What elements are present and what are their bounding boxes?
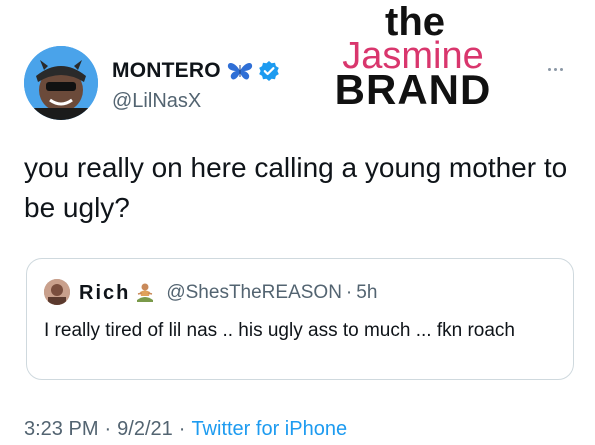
quoted-handle[interactable]: @ShesTheREASON bbox=[166, 282, 342, 304]
brand-line-brand: BRAND bbox=[334, 66, 492, 113]
tweet-text: you really on here calling a young mothe… bbox=[24, 152, 568, 223]
verified-icon bbox=[258, 61, 279, 81]
tweet-meta: 3:23 PM · 9/2/21 · Twitter for iPhone bbox=[24, 416, 347, 442]
author-avatar[interactable] bbox=[24, 46, 98, 120]
author-handle[interactable]: @LilNasX bbox=[112, 90, 201, 113]
author-name-row[interactable]: MONTERO bbox=[112, 58, 279, 84]
quoted-author-avatar[interactable] bbox=[44, 279, 70, 305]
tweet-card: MONTERO @LilNasX the Jasmine BRAND you r… bbox=[0, 0, 595, 445]
meta-separator-2: · bbox=[178, 417, 186, 440]
quoted-author-row: Rich @ShesTheREASON · 5h bbox=[79, 279, 377, 307]
brand-watermark-logo: the Jasmine BRAND bbox=[318, 2, 508, 113]
tweet-source-link[interactable]: Twitter for iPhone bbox=[191, 418, 347, 441]
avatar-image bbox=[24, 46, 98, 120]
author-display-name[interactable]: MONTERO bbox=[112, 59, 221, 83]
tweet-time[interactable]: 3:23 PM bbox=[24, 418, 98, 441]
quoted-tweet[interactable]: Rich @ShesTheREASON · 5h I really tired … bbox=[26, 258, 574, 380]
quoted-display-name[interactable]: Rich bbox=[79, 282, 130, 305]
butterfly-icon bbox=[227, 61, 253, 81]
quoted-separator: · bbox=[345, 282, 353, 303]
more-options-icon[interactable] bbox=[548, 64, 572, 74]
meta-separator-1: · bbox=[104, 417, 112, 440]
quoted-tweet-text: I really tired of lil nas .. his ugly as… bbox=[44, 320, 515, 341]
person-emoji-icon bbox=[134, 282, 156, 304]
tweet-date[interactable]: 9/2/21 bbox=[117, 418, 173, 441]
quoted-time[interactable]: 5h bbox=[356, 282, 377, 304]
